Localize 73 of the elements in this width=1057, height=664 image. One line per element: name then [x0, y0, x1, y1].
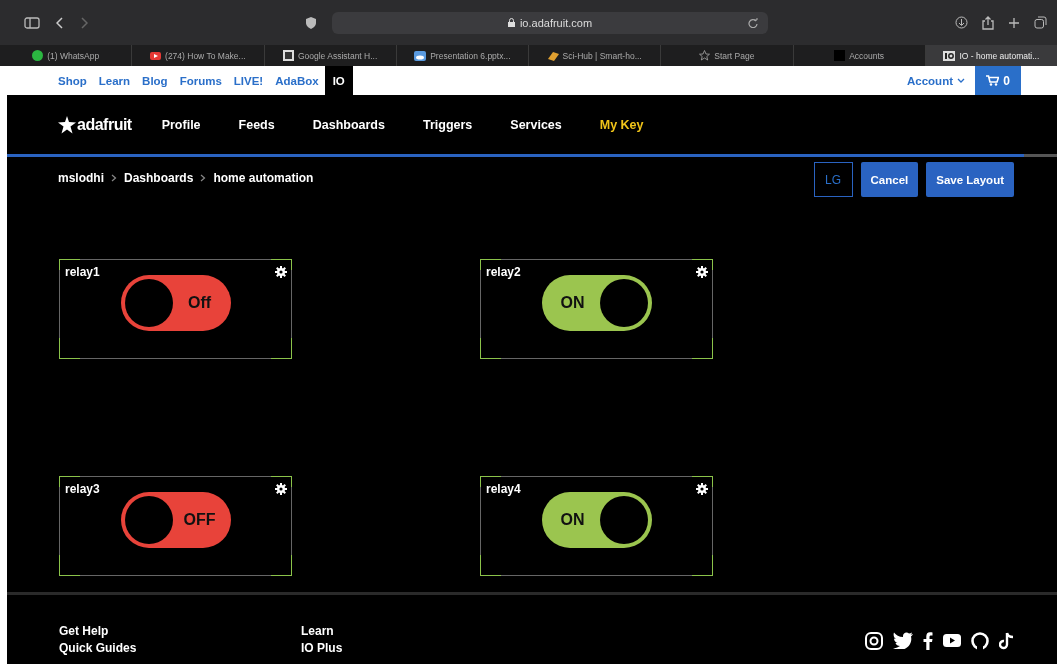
toggle-switch[interactable]: ON	[541, 492, 652, 548]
instagram-icon[interactable]	[865, 631, 883, 650]
nav-link[interactable]: Dashboards	[312, 117, 385, 132]
breadcrumb-link[interactable]: mslodhi	[58, 171, 104, 185]
footer-link[interactable]: Learn	[301, 624, 543, 638]
adafruit-logo[interactable]: adafruit	[58, 115, 132, 134]
address-bar[interactable]: io.adafruit.com	[332, 11, 768, 34]
nav-link[interactable]: Feeds	[238, 117, 275, 132]
top-link[interactable]: Shop	[58, 66, 93, 95]
reload-icon[interactable]	[748, 17, 758, 28]
nav-link[interactable]: My Key	[599, 117, 644, 132]
facebook-icon[interactable]	[923, 631, 933, 650]
top-link[interactable]: Blog	[136, 66, 174, 95]
square-icon	[834, 50, 846, 61]
size-button[interactable]: LG	[813, 162, 853, 197]
top-link[interactable]: IO	[324, 66, 353, 95]
shield-icon[interactable]	[306, 16, 316, 29]
cloud-icon	[414, 50, 427, 61]
settings-icon[interactable]	[696, 266, 708, 278]
play-icon	[150, 51, 162, 60]
top-link[interactable]: AdaBox	[269, 66, 325, 95]
corner-mark	[59, 555, 80, 576]
back-icon[interactable]	[56, 16, 64, 29]
nav-link[interactable]: Profile	[161, 117, 201, 132]
toggle-switch[interactable]: OFF	[120, 492, 231, 548]
resize-handle[interactable]	[692, 338, 713, 359]
music-note-icon[interactable]	[999, 631, 1014, 650]
breadcrumb-link[interactable]: home automation	[213, 171, 314, 185]
caret-icon	[957, 77, 965, 84]
settings-icon[interactable]	[275, 483, 287, 495]
cancel-button[interactable]: Cancel	[860, 162, 919, 197]
breadcrumb-link[interactable]: Dashboards	[124, 171, 194, 185]
nav-link[interactable]: Services	[510, 117, 562, 132]
sidebar-icon[interactable]	[24, 16, 40, 29]
corner-mark	[59, 338, 80, 359]
settings-icon[interactable]	[275, 266, 287, 278]
video-play-icon[interactable]	[943, 634, 961, 647]
footer-link[interactable]: Quick Guides	[59, 641, 301, 655]
star-icon	[699, 50, 711, 61]
resize-handle[interactable]	[271, 338, 292, 359]
top-link[interactable]: LIVE!	[227, 66, 270, 95]
block-title: relay4	[486, 482, 521, 496]
chevron-icon	[200, 174, 207, 182]
resize-handle[interactable]	[271, 555, 292, 576]
lock-icon	[507, 18, 515, 27]
forward-icon[interactable]	[80, 16, 88, 29]
cart-button[interactable]: 0	[975, 66, 1021, 95]
resize-handle[interactable]	[692, 555, 713, 576]
account-menu[interactable]: Account	[907, 74, 965, 87]
save-layout-button[interactable]: Save Layout	[926, 162, 1014, 197]
download-icon[interactable]	[955, 16, 968, 29]
browser-tab[interactable]: IO - home automati...	[924, 45, 1057, 66]
toggle-switch[interactable]: ON	[541, 275, 652, 331]
corner-mark	[480, 338, 501, 359]
share-icon[interactable]	[982, 15, 994, 30]
corner-mark	[480, 555, 501, 576]
top-link[interactable]: Learn	[92, 66, 137, 95]
block-title: relay1	[65, 265, 100, 279]
settings-icon[interactable]	[696, 483, 708, 495]
cart-icon	[986, 75, 1000, 86]
footer-link[interactable]: IO Plus	[301, 641, 543, 655]
plus-icon[interactable]	[1008, 16, 1020, 29]
block-title: relay3	[65, 482, 100, 496]
twitter-bird-icon[interactable]	[893, 632, 913, 649]
io-logo-icon	[943, 50, 956, 61]
block-title: relay2	[486, 265, 521, 279]
toggle-switch[interactable]: Off	[120, 275, 231, 331]
nav-link[interactable]: Triggers	[422, 117, 473, 132]
top-link[interactable]: Forums	[173, 66, 228, 95]
browser-tab[interactable]: (1) WhatsApp	[0, 45, 132, 66]
tabs-icon[interactable]	[1034, 16, 1047, 29]
chevron-icon	[111, 174, 117, 182]
footer-link[interactable]: Get Help	[59, 624, 301, 638]
